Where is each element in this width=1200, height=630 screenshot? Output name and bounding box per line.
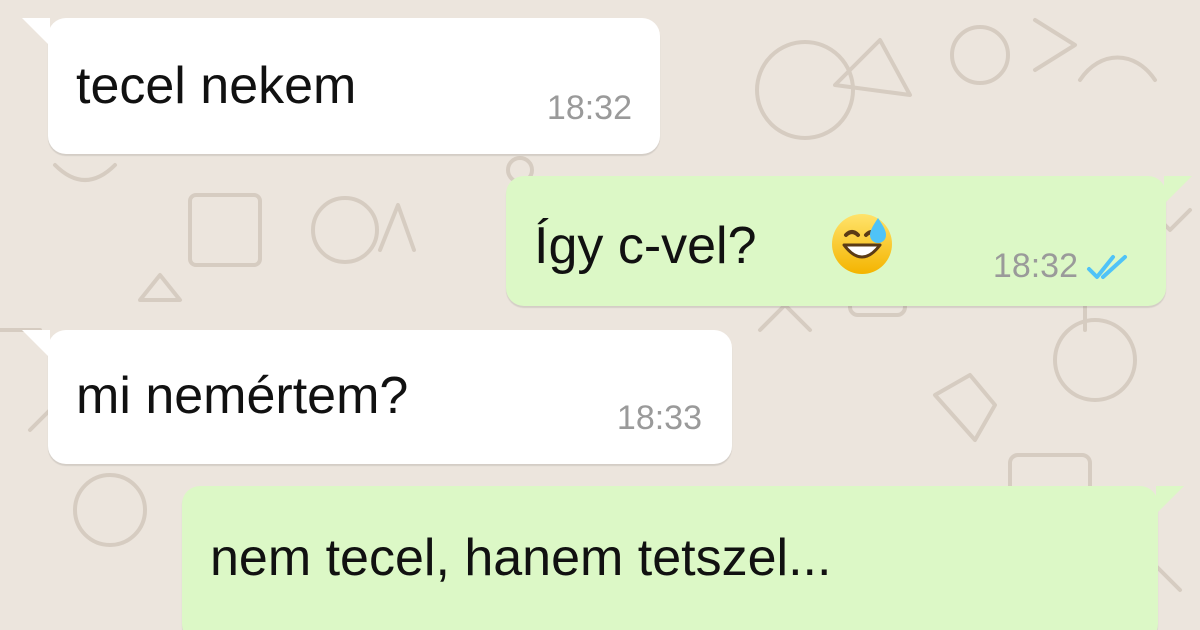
message-time: 18:32 bbox=[992, 247, 1078, 285]
outgoing-message-2[interactable]: nem tecel, hanem tetszel... bbox=[182, 486, 1184, 630]
read-double-check-icon bbox=[1087, 255, 1127, 279]
grinning-face-with-sweat-icon bbox=[832, 214, 892, 274]
incoming-message-1[interactable]: tecel nekem 18:32 bbox=[22, 18, 660, 154]
message-time: 18:33 bbox=[616, 399, 702, 437]
message-text: tecel nekem bbox=[76, 57, 357, 115]
message-text: nem tecel, hanem tetszel... bbox=[210, 529, 832, 587]
message-text: mi nemértem? bbox=[76, 367, 409, 425]
message-time: 18:32 bbox=[546, 89, 632, 127]
message-text: Így c-vel? bbox=[534, 217, 757, 275]
outgoing-message-1[interactable]: Így c-vel? 18:32 bbox=[506, 176, 1192, 306]
chat-window: tecel nekem 18:32 Így c-vel? 18:32 mi ne… bbox=[0, 0, 1200, 630]
incoming-message-2[interactable]: mi nemértem? 18:33 bbox=[22, 330, 732, 464]
